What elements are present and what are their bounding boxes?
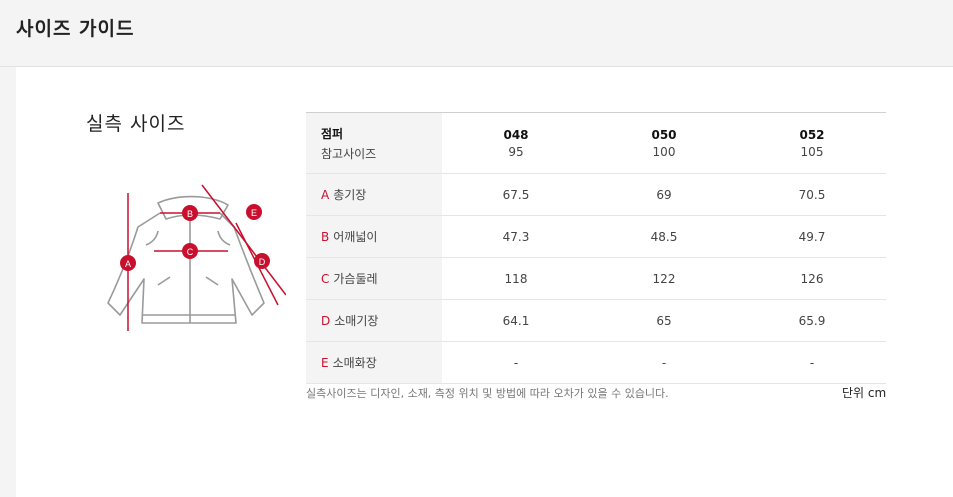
table-cell: 70.5 [738, 173, 886, 216]
reference-size-label: 참고사이즈 [321, 146, 377, 161]
marker-a: A [120, 255, 136, 271]
table-row: C 가슴둘레 118 122 126 [306, 257, 886, 300]
table-cell: 69 [590, 173, 738, 216]
row-label: C 가슴둘레 [306, 257, 442, 300]
product-type-label: 점퍼 [321, 126, 344, 141]
table-cell: 118 [442, 257, 590, 300]
svg-text:D: D [259, 257, 266, 267]
row-label: D 소매기장 [306, 299, 442, 342]
table-cell: 126 [738, 257, 886, 300]
row-label: B 어깨넓이 [306, 215, 442, 258]
svg-text:C: C [187, 247, 194, 257]
svg-text:B: B [187, 209, 193, 219]
table-row: A 총기장 67.5 69 70.5 [306, 173, 886, 216]
row-label: E 소매화장 [306, 341, 442, 384]
measure-line-e [201, 184, 286, 296]
table-cell: 65 [590, 299, 738, 342]
table-cell: 48.5 [590, 215, 738, 258]
marker-e: E [246, 204, 262, 220]
unit-label: 단위 cm [842, 386, 887, 400]
size-guide-panel: 실측 사이즈 A B C D E 점퍼 참고사이즈 048 95 050 100… [16, 67, 953, 497]
jacket-measurement-diagram: A B C D E [107, 184, 286, 331]
marker-d: D [254, 253, 270, 269]
table-cell: 65.9 [738, 299, 886, 342]
table-cell: 67.5 [442, 173, 590, 216]
table-row: D 소매기장 64.1 65 65.9 [306, 299, 886, 342]
section-title: 실측 사이즈 [86, 113, 186, 135]
table-cell: - [738, 341, 886, 384]
size-table: 점퍼 참고사이즈 048 95 050 100 052 105 A 총기장 67.… [306, 112, 886, 384]
table-row: B 어깨넓이 47.3 48.5 49.7 [306, 215, 886, 258]
svg-text:E: E [251, 208, 257, 218]
table-header-row: 점퍼 참고사이즈 048 95 050 100 052 105 [306, 112, 886, 174]
table-cell: - [442, 341, 590, 384]
measurement-note: 실측사이즈는 디자인, 소재, 측정 위치 및 방법에 따라 오차가 있을 수 … [306, 387, 669, 400]
table-cell: 47.3 [442, 215, 590, 258]
page-title: 사이즈 가이드 [16, 18, 135, 40]
table-cell: 49.7 [738, 215, 886, 258]
marker-c: C [182, 243, 198, 259]
page-header: 사이즈 가이드 [0, 0, 953, 67]
svg-text:A: A [125, 259, 131, 269]
column-header: 050 100 [590, 112, 738, 174]
table-cell: 64.1 [442, 299, 590, 342]
marker-b: B [182, 205, 198, 221]
table-cell: - [590, 341, 738, 384]
table-header-label: 점퍼 참고사이즈 [306, 112, 442, 174]
table-row: E 소매화장 - - - [306, 341, 886, 384]
row-label: A 총기장 [306, 173, 442, 216]
table-cell: 122 [590, 257, 738, 300]
column-header: 048 95 [442, 112, 590, 174]
column-header: 052 105 [738, 112, 886, 174]
